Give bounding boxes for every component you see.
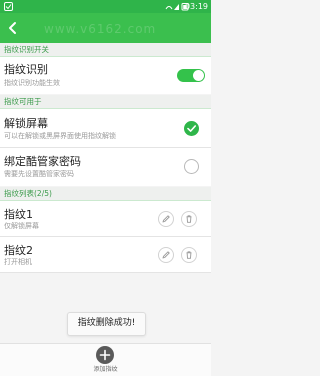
fingerprint-recognition-title: 指纹识别: [4, 63, 48, 76]
edit-button[interactable]: [158, 247, 174, 263]
add-fingerprint-button[interactable]: [96, 346, 114, 364]
toolbar: www.v6162.com: [0, 13, 211, 43]
status-bar: 03:19: [0, 0, 211, 13]
unchecked-radio[interactable]: [184, 159, 199, 174]
fingerprint-action: 打开相机: [4, 258, 32, 266]
notification-icon: [4, 2, 13, 11]
fingerprint-action: 仅解锁屏幕: [4, 222, 39, 230]
edit-button[interactable]: [158, 211, 174, 227]
fingerprint-item[interactable]: 指纹2 打开相机: [0, 237, 211, 272]
section-title: 指纹列表(2/5): [4, 189, 52, 198]
section-title: 指纹可用于: [4, 97, 42, 106]
fingerprint-toggle[interactable]: [177, 69, 205, 82]
toast-message: 指纹删除成功!: [77, 318, 136, 328]
trash-icon: [186, 215, 192, 223]
plus-icon: [99, 349, 111, 361]
add-fingerprint-label[interactable]: 添加指纹: [0, 366, 211, 374]
toggle-knob: [193, 70, 204, 81]
status-time: 03:19: [184, 2, 208, 11]
bind-password-row[interactable]: 绑定酷管家密码 需要先设置酷管家密码: [0, 148, 211, 186]
section-header-list: 指纹列表(2/5): [0, 187, 211, 201]
delete-button[interactable]: [181, 211, 197, 227]
bind-password-title: 绑定酷管家密码: [4, 155, 81, 168]
bind-password-subtitle: 需要先设置酷管家密码: [4, 170, 74, 178]
unlock-screen-title: 解锁屏幕: [4, 117, 48, 130]
toast: 指纹删除成功!: [67, 312, 146, 336]
fingerprint-name: 指纹1: [4, 208, 33, 221]
section-header-switch: 指纹识别开关: [0, 43, 211, 57]
section-title: 指纹识别开关: [4, 45, 49, 54]
section-header-usage: 指纹可用于: [0, 95, 211, 109]
back-arrow-icon[interactable]: [6, 20, 20, 36]
unlock-screen-subtitle: 可以在解锁或黑屏界面使用指纹解锁: [4, 132, 116, 140]
fingerprint-item[interactable]: 指纹1 仅解锁屏幕: [0, 201, 211, 236]
unlock-screen-row[interactable]: 解锁屏幕 可以在解锁或黑屏界面使用指纹解锁: [0, 109, 211, 147]
fingerprint-recognition-row[interactable]: 指纹识别 指纹识别功能生效: [0, 57, 211, 94]
pencil-icon: [162, 215, 170, 223]
divider: [0, 272, 211, 273]
fingerprint-recognition-subtitle: 指纹识别功能生效: [4, 79, 60, 87]
bottom-bar: 添加指纹: [0, 343, 211, 376]
pencil-icon: [162, 251, 170, 259]
watermark-text: www.v6162.com: [44, 22, 157, 36]
checked-icon[interactable]: [184, 121, 199, 136]
delete-button[interactable]: [181, 247, 197, 263]
fingerprint-name: 指纹2: [4, 244, 33, 257]
trash-icon: [186, 251, 192, 259]
